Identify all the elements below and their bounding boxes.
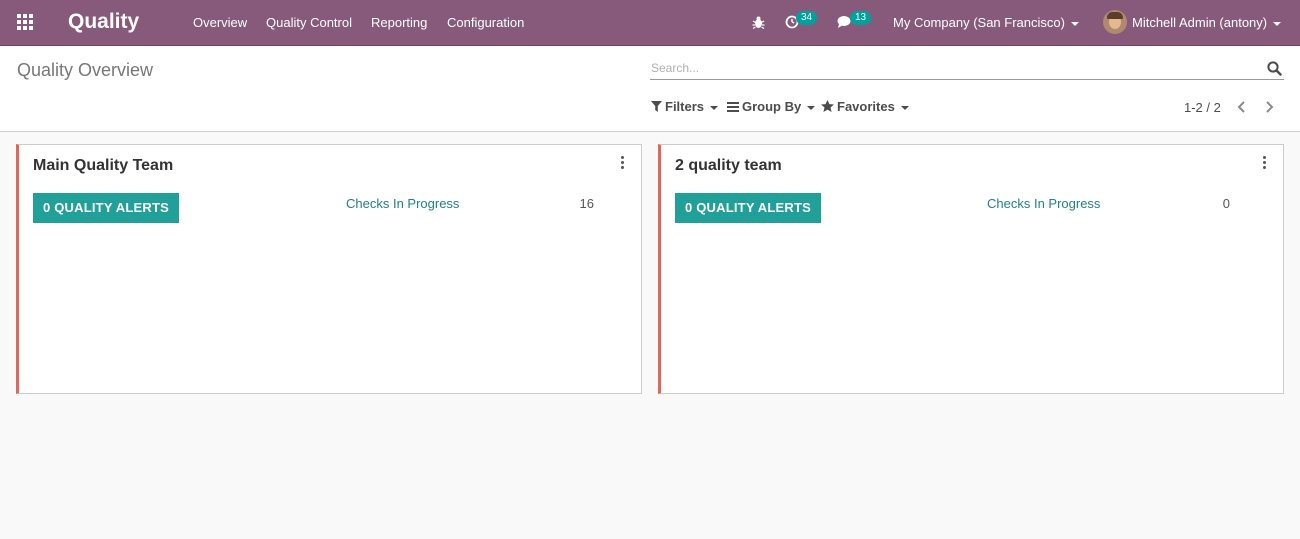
pager-value[interactable]: 1-2 / 2 xyxy=(1184,100,1221,116)
kanban-view: Main Quality Team 0 QUALITY ALERTS Check… xyxy=(0,132,1300,539)
team-card[interactable]: Main Quality Team 0 QUALITY ALERTS Check… xyxy=(16,144,642,394)
filters-label: Filters xyxy=(665,99,705,114)
chevron-right-icon[interactable] xyxy=(1262,98,1276,116)
team-card[interactable]: 2 quality team 0 QUALITY ALERTS Checks I… xyxy=(658,144,1284,394)
company-switcher[interactable]: My Company (San Francisco) xyxy=(893,15,1079,31)
bug-icon[interactable] xyxy=(752,15,765,29)
favorites-label: Favorites xyxy=(837,99,895,114)
activity-count-badge: 34 xyxy=(796,11,818,25)
checks-in-progress-link[interactable]: Checks In Progress xyxy=(346,196,459,212)
top-navbar: Quality Overview Quality Control Reporti… xyxy=(0,0,1300,46)
card-menu-icon[interactable] xyxy=(1261,156,1269,170)
caret-down-icon xyxy=(1070,21,1079,26)
message-count-badge: 13 xyxy=(850,11,872,25)
team-title[interactable]: 2 quality team xyxy=(675,156,782,176)
groupby-dropdown[interactable]: Group By xyxy=(727,99,816,115)
quality-alerts-button[interactable]: 0 QUALITY ALERTS xyxy=(33,193,179,223)
menu-configuration[interactable]: Configuration xyxy=(447,15,524,31)
checks-in-progress-link[interactable]: Checks In Progress xyxy=(987,196,1100,212)
card-menu-icon[interactable] xyxy=(619,156,627,170)
app-title[interactable]: Quality xyxy=(68,9,139,35)
user-avatar[interactable] xyxy=(1103,10,1127,34)
filters-dropdown[interactable]: Filters xyxy=(651,99,719,115)
search-bar xyxy=(650,58,1284,80)
caret-down-icon xyxy=(710,105,719,110)
list-icon xyxy=(727,102,739,112)
user-name: Mitchell Admin (antony) xyxy=(1132,15,1268,30)
favorites-dropdown[interactable]: Favorites xyxy=(821,99,909,115)
chevron-left-icon[interactable] xyxy=(1235,98,1249,116)
search-input[interactable] xyxy=(650,58,1250,78)
checks-count[interactable]: 16 xyxy=(564,196,594,212)
caret-down-icon xyxy=(1273,21,1282,26)
checks-count[interactable]: 0 xyxy=(1200,196,1230,212)
menu-overview[interactable]: Overview xyxy=(193,15,247,31)
apps-menu-icon[interactable] xyxy=(17,14,34,31)
menu-quality-control[interactable]: Quality Control xyxy=(266,15,352,31)
star-icon xyxy=(821,100,834,112)
caret-down-icon xyxy=(807,105,816,110)
page-title[interactable]: Quality Overview xyxy=(17,60,153,80)
team-title[interactable]: Main Quality Team xyxy=(33,156,173,176)
caret-down-icon xyxy=(900,105,909,110)
user-menu[interactable]: Mitchell Admin (antony) xyxy=(1132,15,1282,31)
groupby-label: Group By xyxy=(742,99,802,114)
filter-icon xyxy=(651,101,662,112)
quality-alerts-button[interactable]: 0 QUALITY ALERTS xyxy=(675,193,821,223)
search-icon[interactable] xyxy=(1267,61,1282,76)
company-name: My Company (San Francisco) xyxy=(893,15,1065,30)
control-panel: Quality Overview Filters Group By Favori… xyxy=(0,46,1300,132)
menu-reporting[interactable]: Reporting xyxy=(371,15,427,31)
